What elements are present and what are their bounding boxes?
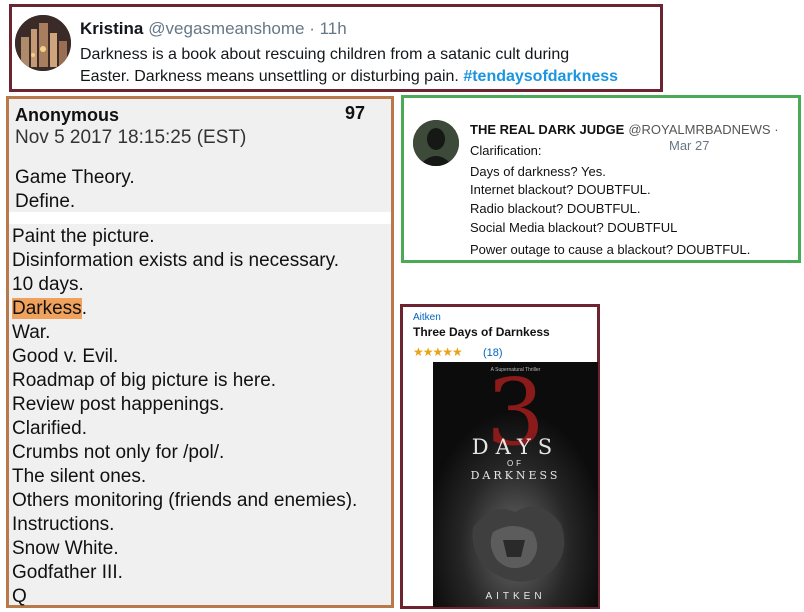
post-line: Game Theory. bbox=[15, 167, 135, 188]
tweet-author: Kristina @vegasmeanshome · 11h bbox=[80, 19, 347, 39]
star-rating-icon[interactable]: ★★★★★ bbox=[413, 345, 463, 359]
tweet-line: Clarification: bbox=[470, 143, 542, 158]
post-line: Others monitoring (friends and enemies). bbox=[12, 490, 358, 511]
author-name[interactable]: Kristina bbox=[80, 19, 143, 38]
tweet-text: Darkness is a book about rescuing childr… bbox=[80, 44, 660, 88]
post-line-highlighted: Darkess. bbox=[12, 298, 87, 320]
book-title[interactable]: Three Days of Darnkess bbox=[413, 325, 550, 339]
post-header: Anonymous 97 Nov 5 2017 18:15:25 (EST) G… bbox=[12, 101, 388, 212]
post-line: Godfather III. bbox=[12, 562, 123, 583]
rating-count-link[interactable]: (18) bbox=[483, 347, 503, 359]
tweet-text-line2: Easter. Darkness means unsettling or dis… bbox=[80, 68, 464, 85]
tweet-text-line1: Darkness is a book about rescuing childr… bbox=[80, 46, 570, 63]
cover-title-of: OF bbox=[506, 459, 525, 468]
post-line: Review post happenings. bbox=[12, 394, 225, 415]
post-line: Clarified. bbox=[12, 418, 87, 439]
post-line: Roadmap of big picture is here. bbox=[12, 370, 277, 391]
tweet-line: Days of darkness? Yes. bbox=[470, 164, 606, 179]
cover-title-darkness: DARKNESS bbox=[470, 469, 561, 482]
post-line: Crumbs not only for /pol/. bbox=[12, 442, 225, 463]
post-line: Paint the picture. bbox=[12, 226, 155, 247]
book-listing-card[interactable]: Aitken Three Days of Darnkess ★★★★★ (18)… bbox=[400, 304, 600, 609]
post-line: Snow White. bbox=[12, 538, 119, 559]
tweet-author: THE REAL DARK JUDGE @ROYALMRBADNEWS · bbox=[470, 122, 779, 137]
book-author-link[interactable]: Aitken bbox=[413, 312, 441, 323]
highlight-tail: . bbox=[81, 298, 87, 319]
tweet-line: Power outage to cause a blackout? DOUBTF… bbox=[470, 242, 751, 257]
anonymous-post: Anonymous 97 Nov 5 2017 18:15:25 (EST) G… bbox=[6, 96, 394, 608]
post-line: Instructions. bbox=[12, 514, 115, 535]
post-line: Disinformation exists and is necessary. bbox=[12, 250, 339, 271]
tweet-date[interactable]: Mar 27 bbox=[669, 138, 709, 153]
post-line: War. bbox=[12, 322, 51, 343]
tweet-line: Social Media blackout? DOUBTFUL bbox=[470, 220, 678, 235]
tweet-card-kristina[interactable]: Kristina @vegasmeanshome · 11h Darkness i… bbox=[9, 4, 663, 92]
post-signature: Q bbox=[12, 586, 27, 607]
highlighted-word: Darkess bbox=[12, 298, 82, 319]
divider bbox=[9, 212, 391, 224]
author-name[interactable]: THE REAL DARK JUDGE bbox=[470, 122, 624, 137]
post-author: Anonymous bbox=[15, 105, 120, 125]
cover-author: AITKEN bbox=[485, 591, 546, 602]
tweet-line: Internet blackout? DOUBTFUL. bbox=[470, 182, 651, 197]
cover-title-days: DAYS bbox=[471, 435, 560, 459]
author-handle[interactable]: @vegasmeanshome · 11h bbox=[148, 19, 346, 38]
hashtag-link[interactable]: #tendaysofdarkness bbox=[463, 68, 618, 85]
post-number: 97 bbox=[345, 103, 366, 123]
author-handle[interactable]: @ROYALMRBADNEWS · bbox=[628, 122, 778, 137]
post-line: Define. bbox=[15, 191, 76, 212]
tweet-line: Radio blackout? DOUBTFUL. bbox=[470, 201, 641, 216]
avatar[interactable] bbox=[15, 15, 71, 71]
post-date: Nov 5 2017 18:15:25 (EST) bbox=[15, 127, 247, 148]
post-line: Good v. Evil. bbox=[12, 346, 119, 367]
avatar[interactable] bbox=[413, 120, 459, 166]
post-line: The silent ones. bbox=[12, 466, 147, 487]
tweet-card-dark-judge[interactable]: THE REAL DARK JUDGE @ROYALMRBADNEWS · Mar… bbox=[401, 95, 801, 263]
book-cover-image[interactable]: A Supernatural Thriller 3 DAYS OF DARKNE… bbox=[433, 362, 598, 607]
post-line: 10 days. bbox=[12, 274, 84, 295]
